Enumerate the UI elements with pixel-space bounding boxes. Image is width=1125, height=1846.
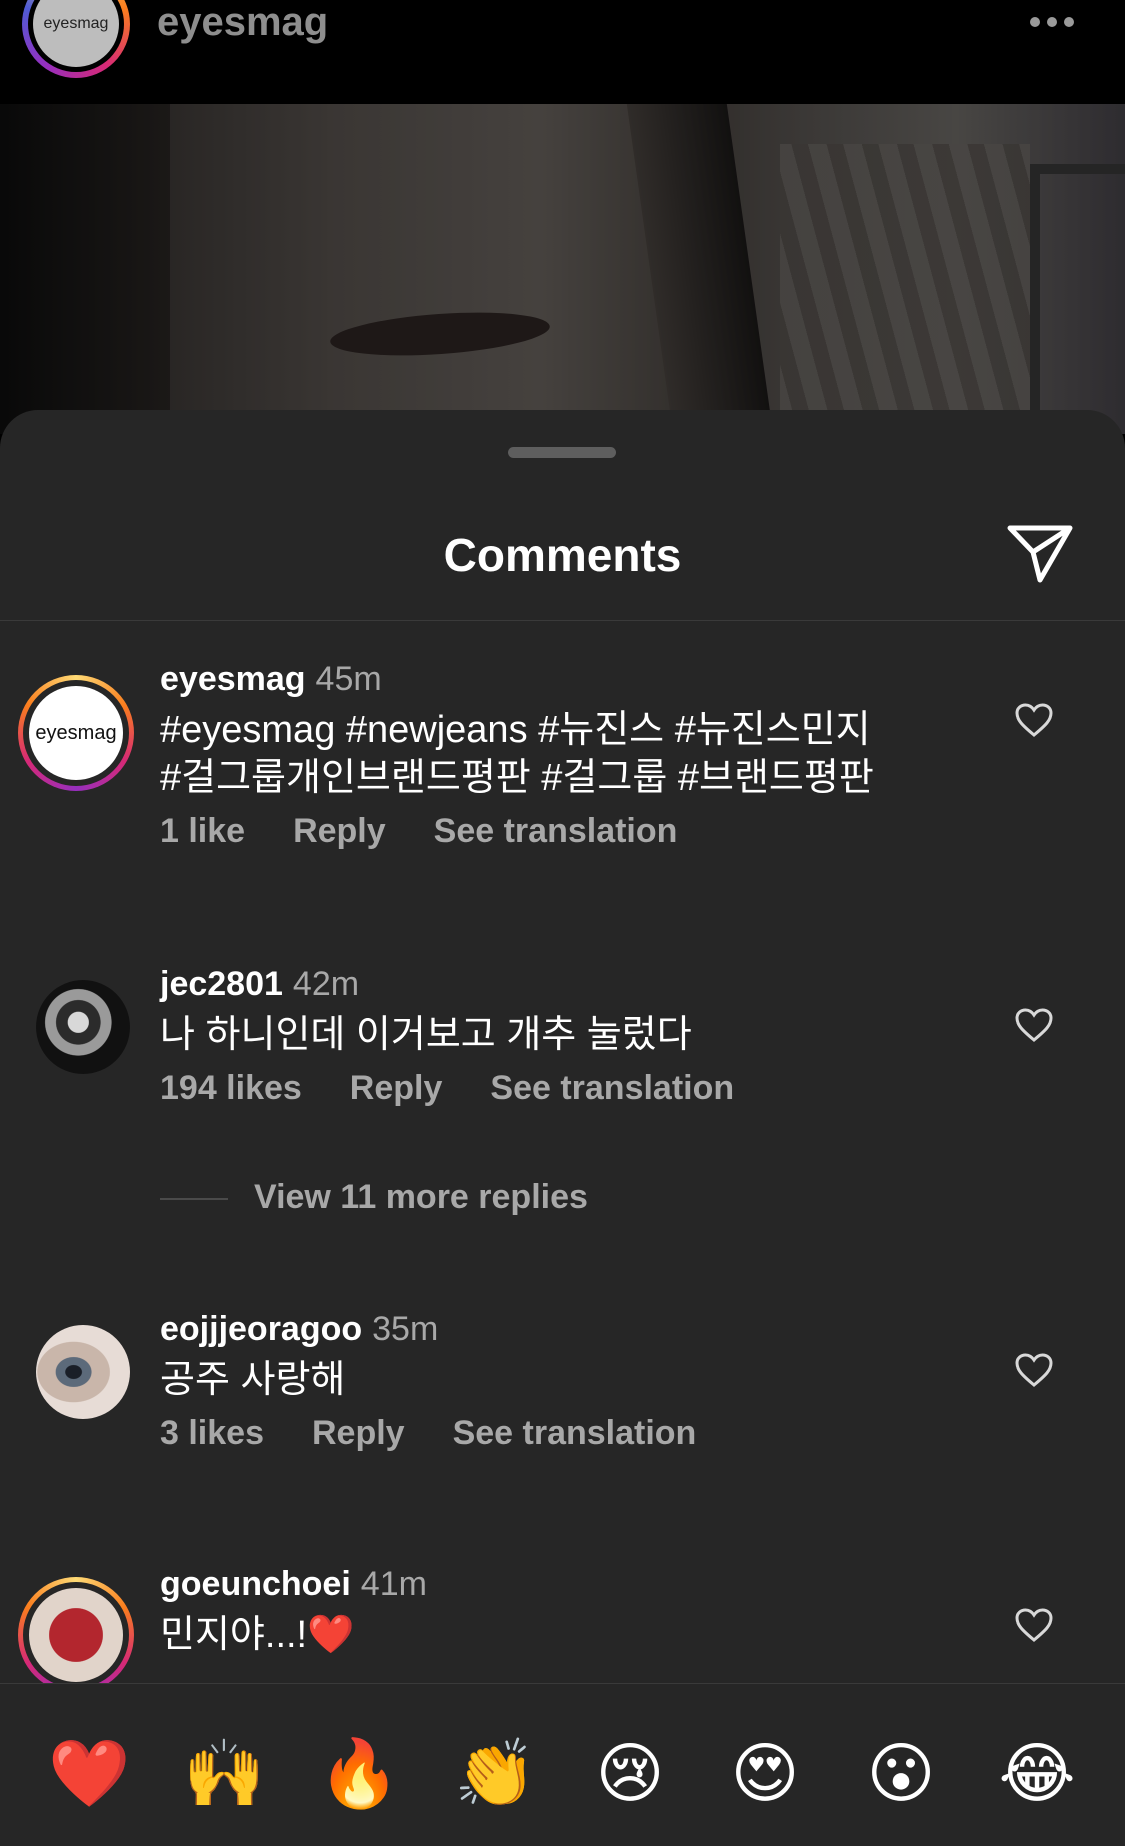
account-name[interactable]: eyesmag — [157, 0, 328, 45]
comment-time: 41m — [360, 1565, 427, 1603]
like-heart-icon[interactable] — [1014, 1352, 1054, 1388]
see-translation-button[interactable]: See translation — [453, 1414, 697, 1452]
comment-text: 민지야...!❤️ — [160, 1614, 355, 1656]
header-divider — [0, 620, 1125, 621]
like-heart-icon[interactable] — [1014, 1607, 1054, 1643]
sheet-title: Comments — [443, 529, 682, 581]
comment-actions: 3 likes Reply See translation — [160, 1414, 744, 1453]
likes-count[interactable]: 3 likes — [160, 1414, 264, 1452]
post-header: eyesmag eyesmag — [0, 0, 1125, 104]
see-translation-button[interactable]: See translation — [490, 1069, 734, 1107]
sheet-drag-handle[interactable] — [508, 447, 616, 458]
comment-username[interactable]: eojjjeoragoo 35m — [160, 1310, 438, 1349]
comment-username[interactable]: goeunchoei 41m — [160, 1565, 427, 1604]
comment-username[interactable]: eyesmag 45m — [160, 660, 382, 699]
reply-button[interactable]: Reply — [312, 1414, 405, 1452]
likes-count[interactable]: 194 likes — [160, 1069, 302, 1107]
see-translation-button[interactable]: See translation — [434, 812, 678, 850]
comment-time: 42m — [292, 965, 360, 1003]
comment-username[interactable]: jec2801 42m — [160, 965, 359, 1004]
emoji-crying-button[interactable]: 😢 — [590, 1734, 670, 1814]
emoji-surprised-button[interactable]: 😮 — [861, 1734, 941, 1814]
like-heart-icon[interactable] — [1014, 1007, 1054, 1043]
comment-time: 45m — [315, 660, 382, 698]
avatar[interactable]: eyesmag — [18, 675, 134, 791]
post-image — [0, 104, 1125, 434]
emoji-laughing-button[interactable]: 😂 — [997, 1734, 1077, 1814]
share-icon[interactable] — [1006, 522, 1074, 584]
comments-sheet: Comments eyesmag eyesmag 45m #eyesmag #ne… — [0, 410, 1125, 1845]
emoji-reaction-bar: ❤️ 🙌 🔥 👏 😢 😍 😮 😂 — [0, 1683, 1125, 1846]
like-heart-icon[interactable] — [1014, 702, 1054, 738]
view-more-replies-button[interactable]: View 11 more replies — [160, 1178, 588, 1217]
replies-divider-line — [160, 1198, 228, 1201]
reply-button[interactable]: Reply — [350, 1069, 443, 1107]
likes-count[interactable]: 1 like — [160, 812, 245, 850]
emoji-clapping-button[interactable]: 👏 — [454, 1734, 536, 1814]
comment-actions: 194 likes Reply See translation — [160, 1069, 782, 1108]
more-options-icon[interactable] — [1030, 10, 1090, 34]
account-avatar[interactable]: eyesmag — [22, 0, 130, 78]
avatar[interactable] — [18, 1577, 134, 1693]
comment-time: 35m — [372, 1310, 439, 1348]
comment-text: #eyesmag #newjeans #뉴진스 #뉴진스민지 #걸그룹개인브랜드… — [160, 709, 874, 799]
reply-button[interactable]: Reply — [293, 812, 386, 850]
comment-actions: 1 like Reply See translation — [160, 812, 725, 851]
emoji-heart-eyes-button[interactable]: 😍 — [725, 1734, 805, 1814]
comment-text: 나 하니인데 이거보고 개추 눌렀다 — [160, 1014, 692, 1056]
emoji-raised-hands-button[interactable]: 🙌 — [183, 1734, 265, 1814]
avatar[interactable] — [36, 1325, 130, 1419]
emoji-fire-button[interactable]: 🔥 — [318, 1734, 400, 1814]
avatar[interactable] — [36, 980, 130, 1074]
comment-text: 공주 사랑해 — [160, 1359, 346, 1401]
emoji-heart-button[interactable]: ❤️ — [48, 1734, 130, 1814]
